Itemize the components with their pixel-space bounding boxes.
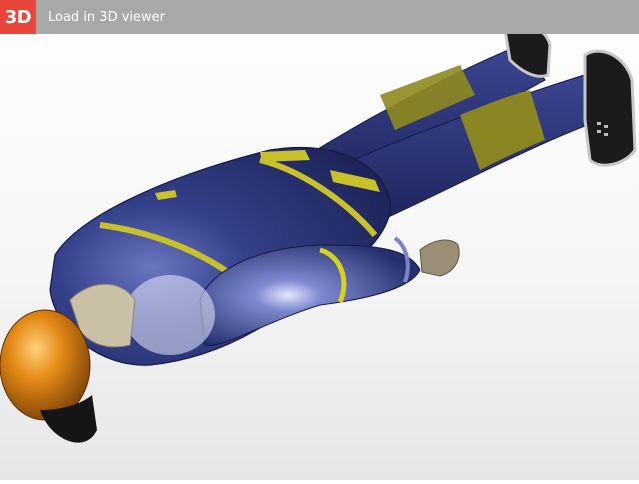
hand (419, 239, 460, 277)
viewer-toolbar: 3D Load in 3D viewer (0, 0, 639, 34)
load-3d-viewer-link[interactable]: Load in 3D viewer (48, 10, 165, 25)
3d-model-render (0, 23, 637, 443)
model-preview-viewport[interactable] (0, 23, 639, 480)
3d-badge[interactable]: 3D (0, 0, 36, 34)
right-boot (583, 49, 637, 167)
